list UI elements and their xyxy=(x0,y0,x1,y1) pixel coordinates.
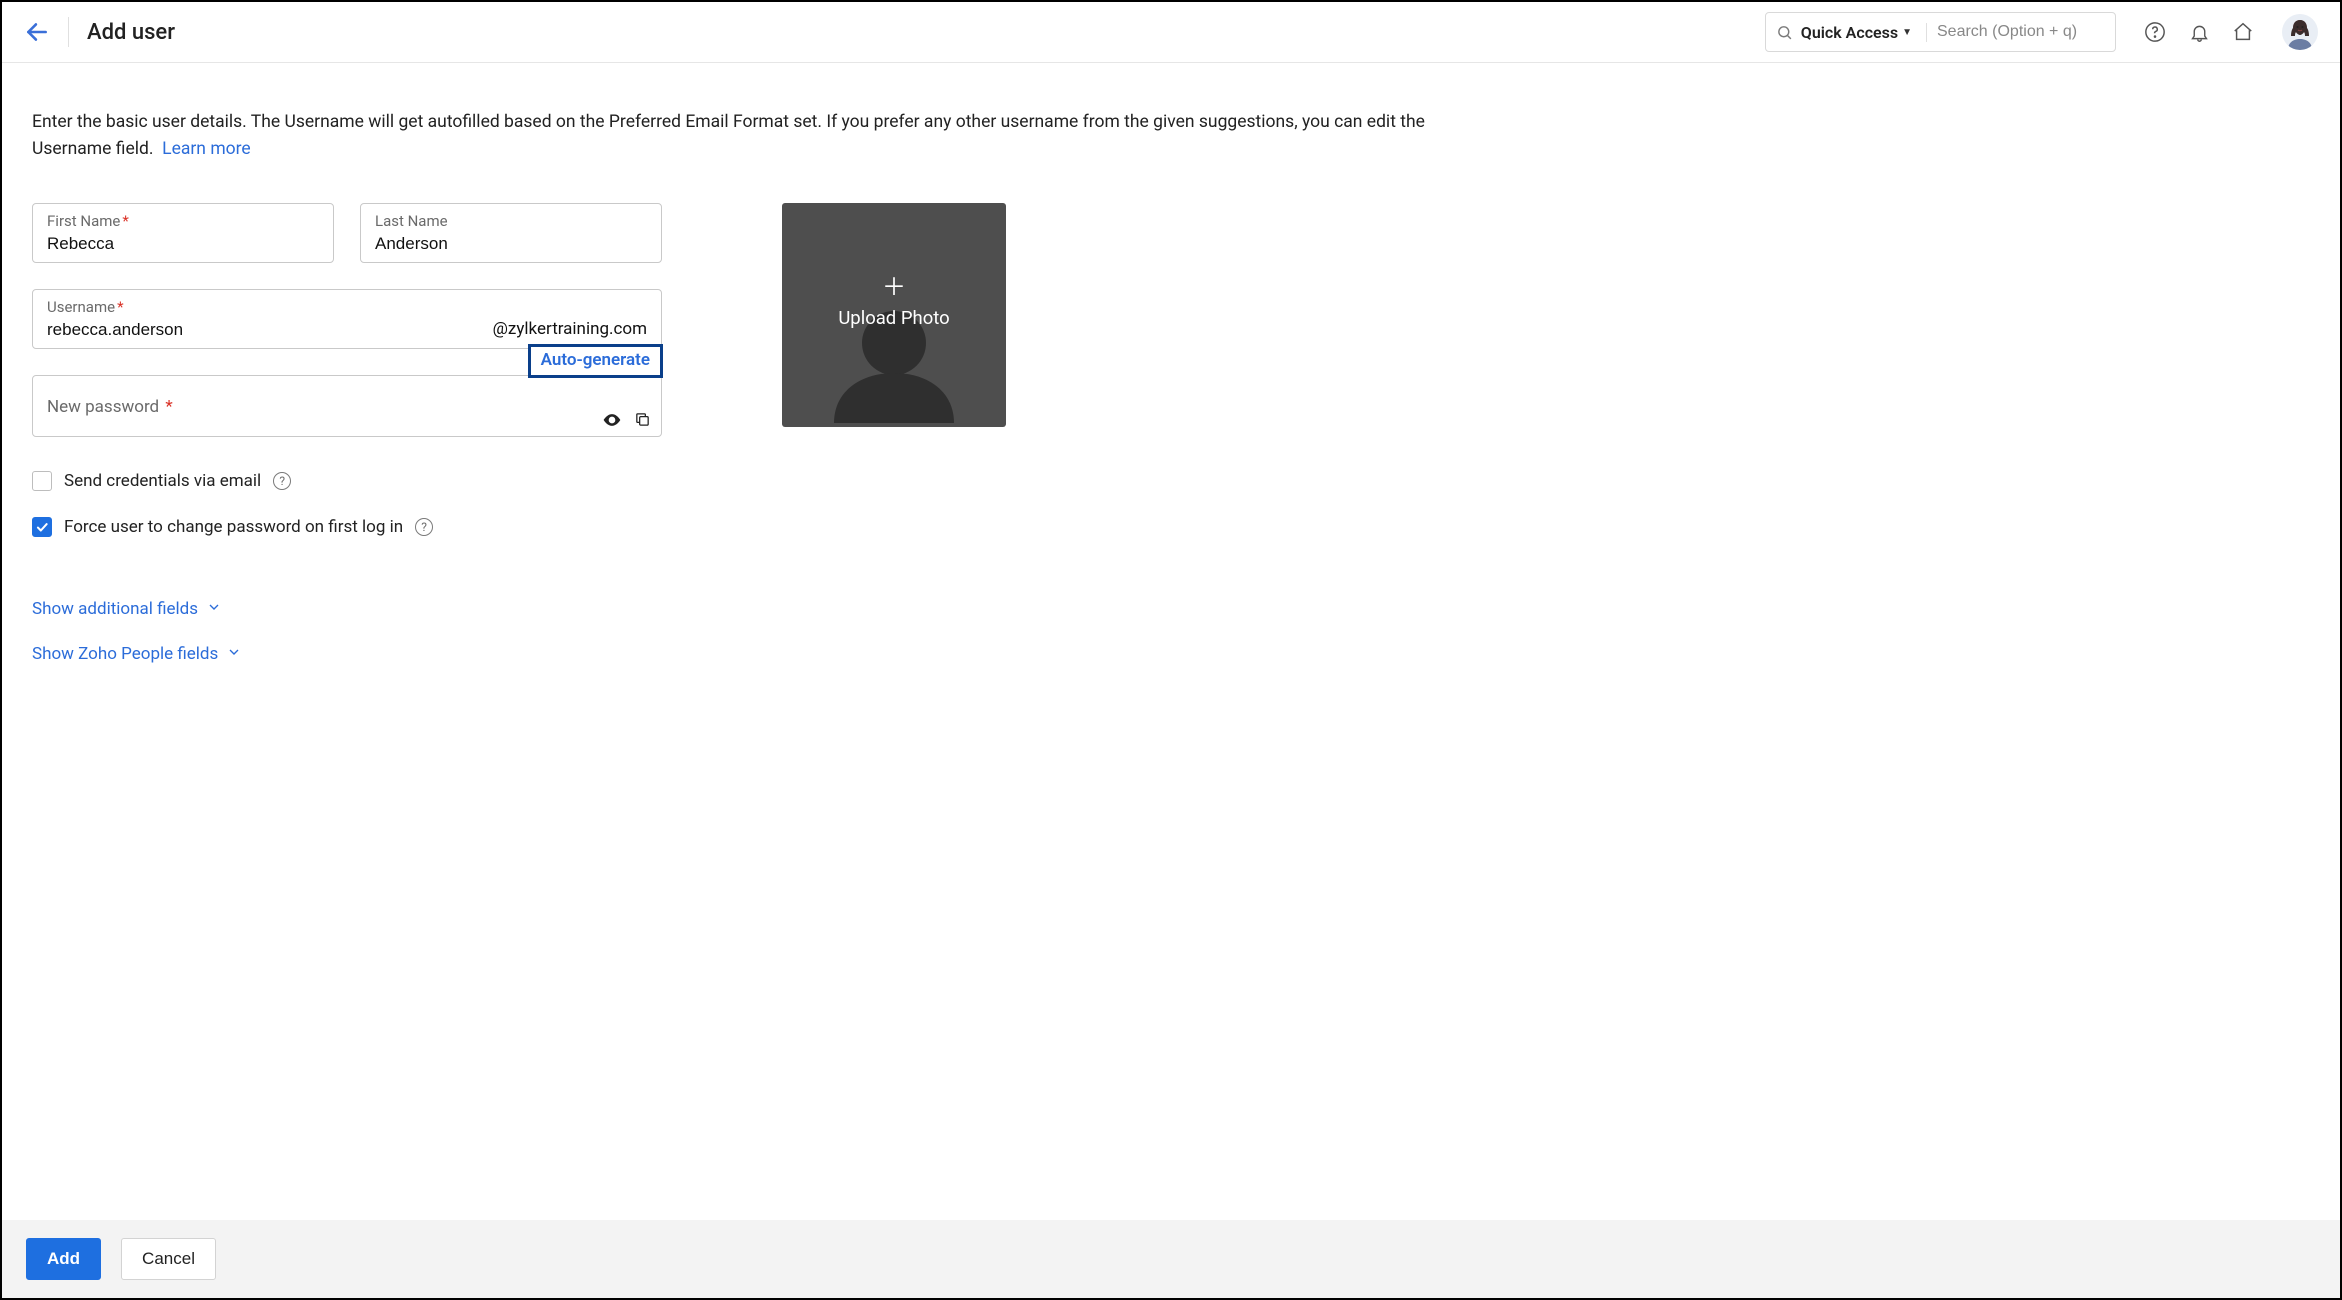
caret-down-icon: ▼ xyxy=(1902,27,1912,38)
copy-icon[interactable] xyxy=(634,411,651,428)
avatar[interactable] xyxy=(2282,14,2318,50)
send-credentials-checkbox[interactable] xyxy=(32,471,52,491)
first-name-label: First Name xyxy=(47,212,120,230)
cancel-button[interactable]: Cancel xyxy=(121,1238,216,1280)
back-arrow-icon[interactable] xyxy=(24,19,50,45)
quick-access-label: Quick Access xyxy=(1801,23,1898,42)
force-change-help-icon[interactable]: ? xyxy=(415,518,433,536)
header-icons xyxy=(2144,14,2318,50)
send-credentials-label: Send credentials via email xyxy=(64,471,261,491)
force-change-row: Force user to change password on first l… xyxy=(32,517,692,537)
password-field[interactable]: Auto-generate New password * xyxy=(32,375,662,437)
username-domain: @zylkertraining.com xyxy=(493,319,647,339)
send-credentials-help-icon[interactable]: ? xyxy=(273,472,291,490)
header-divider xyxy=(68,17,69,47)
chevron-down-icon xyxy=(226,644,242,665)
eye-icon[interactable] xyxy=(602,410,622,430)
send-credentials-row: Send credentials via email ? xyxy=(32,471,692,491)
home-icon[interactable] xyxy=(2232,21,2254,43)
upload-photo-content: ＋ Upload Photo xyxy=(782,275,1006,329)
last-name-field[interactable]: Last Name xyxy=(360,203,662,263)
required-asterisk: * xyxy=(122,212,128,230)
header-bar: Add user Quick Access ▼ xyxy=(2,2,2340,63)
first-name-field[interactable]: First Name * xyxy=(32,203,334,263)
upload-photo-label: Upload Photo xyxy=(782,307,1006,329)
bell-icon[interactable] xyxy=(2188,21,2210,43)
intro-paragraph: Enter the basic user details. The Userna… xyxy=(32,109,1472,163)
search-icon xyxy=(1776,24,1793,41)
chevron-down-icon xyxy=(206,599,222,620)
search-container: Quick Access ▼ xyxy=(1765,12,2116,52)
main-content: Enter the basic user details. The Userna… xyxy=(2,63,2340,1220)
show-people-label: Show Zoho People fields xyxy=(32,644,218,664)
required-asterisk: * xyxy=(161,397,173,417)
last-name-input[interactable] xyxy=(375,230,647,256)
upload-photo-box[interactable]: ＋ Upload Photo xyxy=(782,203,1006,427)
username-label: Username xyxy=(47,298,115,316)
quick-access-dropdown[interactable]: Quick Access ▼ xyxy=(1801,23,1927,42)
show-additional-link[interactable]: Show additional fields xyxy=(32,599,692,620)
page-title: Add user xyxy=(87,20,175,45)
first-name-input[interactable] xyxy=(47,230,319,256)
required-asterisk: * xyxy=(117,298,123,316)
password-label: New password xyxy=(47,397,159,417)
search-input[interactable] xyxy=(1935,22,2105,42)
footer-actions: Add Cancel xyxy=(2,1220,2340,1298)
username-input[interactable] xyxy=(47,316,493,342)
auto-generate-button[interactable]: Auto-generate xyxy=(528,344,663,378)
show-additional-label: Show additional fields xyxy=(32,599,198,619)
last-name-label: Last Name xyxy=(375,212,448,230)
help-icon[interactable] xyxy=(2144,21,2166,43)
force-change-checkbox[interactable] xyxy=(32,517,52,537)
learn-more-link[interactable]: Learn more xyxy=(162,139,251,159)
plus-icon: ＋ xyxy=(782,275,1006,299)
add-button[interactable]: Add xyxy=(26,1238,101,1280)
show-people-link[interactable]: Show Zoho People fields xyxy=(32,644,692,665)
force-change-label: Force user to change password on first l… xyxy=(64,517,403,537)
username-field[interactable]: Username * @zylkertraining.com xyxy=(32,289,662,349)
